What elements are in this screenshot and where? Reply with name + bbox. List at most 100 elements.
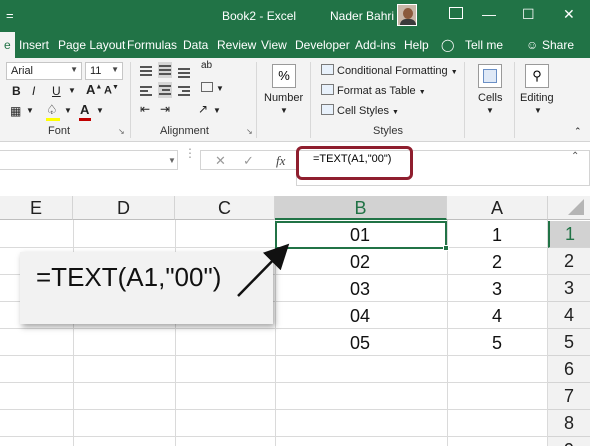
- align-left-icon[interactable]: [140, 84, 152, 98]
- chevron-down-icon[interactable]: ▼: [486, 106, 494, 115]
- insert-function-icon[interactable]: fx: [276, 153, 285, 169]
- percent-icon[interactable]: %: [272, 64, 296, 88]
- user-name[interactable]: Nader Bahri: [330, 9, 394, 23]
- collapse-ribbon-icon[interactable]: ⌃: [574, 126, 582, 137]
- minimize-button[interactable]: —: [482, 6, 496, 22]
- tab-help[interactable]: Help: [404, 38, 429, 52]
- bold-button[interactable]: B: [12, 84, 21, 98]
- fill-color-icon[interactable]: ♤: [46, 102, 58, 118]
- ribbon-display-options-icon[interactable]: [449, 7, 463, 19]
- cell-b2[interactable]: 02: [275, 249, 445, 276]
- borders-icon[interactable]: ▦: [10, 104, 21, 118]
- cells-button[interactable]: Cells: [478, 92, 502, 104]
- row-header-7[interactable]: 7: [548, 383, 590, 410]
- font-size-combo[interactable]: 11 ▼: [85, 62, 123, 80]
- increase-indent-icon[interactable]: ⇥: [160, 102, 170, 116]
- align-center-icon[interactable]: [158, 82, 172, 98]
- tab-add-ins[interactable]: Add-ins: [355, 38, 396, 52]
- row-header-2[interactable]: 2: [548, 248, 590, 275]
- underline-button[interactable]: U: [52, 84, 61, 98]
- font-color-icon[interactable]: A: [80, 102, 89, 117]
- number-button[interactable]: Number: [264, 92, 303, 104]
- share-button[interactable]: Share: [542, 38, 574, 52]
- avatar[interactable]: [397, 4, 417, 26]
- column-header-e[interactable]: E: [0, 196, 73, 220]
- chevron-down-icon[interactable]: ▼: [280, 106, 288, 115]
- tab-review[interactable]: Review: [217, 38, 256, 52]
- row-header-5[interactable]: 5: [548, 329, 590, 356]
- column-header-d[interactable]: D: [73, 196, 175, 220]
- format-as-table-icon: [321, 84, 334, 95]
- tab-formulas[interactable]: Formulas: [127, 38, 177, 52]
- share-icon[interactable]: ☺: [526, 38, 538, 52]
- row-header-1[interactable]: 1: [548, 221, 590, 248]
- font-name-combo[interactable]: Arial ▼: [6, 62, 82, 80]
- italic-button[interactable]: I: [32, 84, 35, 98]
- maximize-button[interactable]: ☐: [522, 6, 535, 23]
- ribbon: Arial ▼ 11 ▼ B I U ▼ A▲ A▼ ▦ ▼ ♤ ▼ A ▼ Fon…: [0, 58, 590, 142]
- tell-me-search[interactable]: Tell me: [465, 38, 503, 52]
- cancel-icon[interactable]: ✕: [215, 153, 226, 169]
- editing-button[interactable]: Editing: [520, 92, 554, 104]
- tab-insert[interactable]: Insert: [19, 38, 49, 52]
- cell-a5[interactable]: 5: [447, 330, 547, 357]
- chevron-down-icon[interactable]: ▼: [64, 106, 72, 115]
- select-all-corner[interactable]: [548, 196, 590, 220]
- callout-text: =TEXT(A1,"00"): [36, 262, 222, 292]
- cell-a4[interactable]: 4: [447, 303, 547, 330]
- middle-align-icon[interactable]: [158, 62, 172, 78]
- decrease-indent-icon[interactable]: ⇤: [140, 102, 150, 116]
- merge-center-icon[interactable]: [201, 82, 213, 92]
- chevron-down-icon[interactable]: ▼: [168, 156, 176, 165]
- column-header-a[interactable]: A: [447, 196, 548, 220]
- format-as-table-button[interactable]: Format as Table ▼: [321, 84, 426, 97]
- tab-view[interactable]: View: [261, 38, 287, 52]
- close-button[interactable]: ✕: [563, 6, 575, 23]
- cell-a3[interactable]: 3: [447, 276, 547, 303]
- cell-b5[interactable]: 05: [275, 330, 445, 357]
- top-align-icon[interactable]: [140, 64, 152, 78]
- conditional-formatting-button[interactable]: Conditional Formatting ▼: [321, 64, 458, 77]
- orientation-icon[interactable]: ↗: [198, 102, 208, 116]
- column-header-c[interactable]: C: [175, 196, 275, 220]
- chevron-down-icon[interactable]: ▼: [216, 84, 224, 93]
- alignment-group-label: Alignment: [160, 125, 209, 137]
- row-header-4[interactable]: 4: [548, 302, 590, 329]
- dialog-launcher-icon[interactable]: ↘: [246, 127, 253, 136]
- tab-home[interactable]: e: [0, 32, 15, 58]
- lightbulb-icon[interactable]: ◯: [441, 38, 454, 52]
- row-header-3[interactable]: 3: [548, 275, 590, 302]
- cell-b4[interactable]: 04: [275, 303, 445, 330]
- row-header-9[interactable]: 9: [548, 437, 590, 446]
- chevron-down-icon[interactable]: ▼: [213, 106, 221, 115]
- row-header-6[interactable]: 6: [548, 356, 590, 383]
- cell-styles-button[interactable]: Cell Styles ▼: [321, 104, 399, 117]
- tab-page-layout[interactable]: Page Layout: [58, 38, 125, 52]
- fill-handle[interactable]: [443, 245, 449, 251]
- tab-data[interactable]: Data: [183, 38, 208, 52]
- decrease-font-icon[interactable]: A▼: [104, 84, 119, 97]
- dialog-launcher-icon[interactable]: ↘: [118, 127, 125, 136]
- chevron-down-icon[interactable]: ▼: [534, 106, 542, 115]
- wrap-text-icon[interactable]: ab: [201, 60, 212, 71]
- expand-formula-bar-icon[interactable]: ⌃: [571, 151, 579, 162]
- row-header-8[interactable]: 8: [548, 410, 590, 437]
- align-right-icon[interactable]: [178, 84, 190, 98]
- search-icon[interactable]: ⚲: [525, 64, 549, 88]
- cells-icon[interactable]: [478, 64, 502, 88]
- cell-a1[interactable]: 1: [447, 222, 547, 249]
- increase-font-icon[interactable]: A▲: [86, 82, 102, 97]
- tab-developer[interactable]: Developer: [295, 38, 350, 52]
- cell-a2[interactable]: 2: [447, 249, 547, 276]
- chevron-down-icon[interactable]: ▼: [68, 86, 76, 95]
- splitter-handle[interactable]: ⋮: [184, 147, 196, 159]
- chevron-down-icon[interactable]: ▼: [26, 106, 34, 115]
- quick-access-icon[interactable]: =: [6, 8, 14, 23]
- group-separator: [514, 62, 515, 138]
- cell-b3[interactable]: 03: [275, 276, 445, 303]
- chevron-down-icon[interactable]: ▼: [96, 106, 104, 115]
- enter-icon[interactable]: ✓: [243, 153, 254, 169]
- bottom-align-icon[interactable]: [178, 66, 190, 80]
- column-header-b[interactable]: B: [275, 196, 447, 220]
- name-box[interactable]: [0, 150, 178, 170]
